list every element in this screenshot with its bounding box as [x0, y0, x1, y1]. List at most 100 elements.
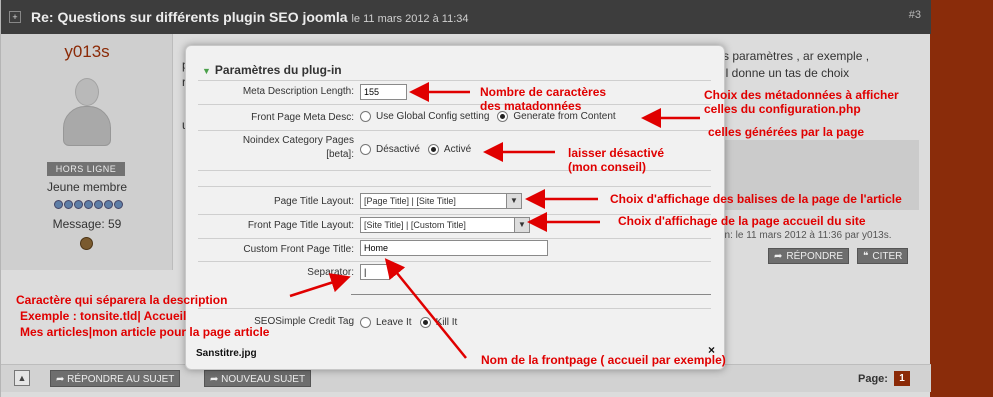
radio-kill-it[interactable]: Kill It — [419, 317, 457, 328]
select-value: [Page Title] | [Site Title] — [364, 196, 456, 206]
status-badge: HORS LIGNE — [47, 162, 125, 176]
field-label: Custom Front Page Title: — [243, 244, 354, 255]
radio-enabled[interactable]: Activé — [427, 144, 472, 155]
annotation-frontpage-name: Nom de la frontpage ( accueil par exempl… — [481, 353, 726, 367]
plugin-params-header[interactable]: ▼ Paramètres du plug-in — [198, 59, 711, 81]
field-label: Noindex Category Pages [beta]: — [242, 135, 354, 160]
user-rank: Jeune membre — [46, 180, 128, 194]
annotation-separator: Caractère qui séparera la description Ex… — [16, 292, 269, 340]
custom-front-title-row: Custom Front Page Title: Home — [198, 240, 711, 260]
reply-arrow-icon: ➦ — [56, 374, 68, 385]
annotation-line: (mon conseil) — [568, 160, 647, 174]
new-subject-label: NOUVEAU SUJET — [221, 374, 306, 385]
field-label: Separator: — [307, 267, 354, 278]
reply-arrow-icon: ➦ — [774, 251, 783, 262]
radio-disabled[interactable]: Désactivé — [360, 144, 420, 155]
panel-title: Paramètres du plug-in — [214, 63, 342, 77]
edit-note: on: le 11 mars 2012 à 11:36 par y013s. — [719, 230, 892, 241]
expand-toggle-icon[interactable]: + — [9, 11, 21, 23]
divider — [198, 130, 711, 131]
avatar-head-icon — [75, 78, 99, 106]
page-title-layout-select[interactable]: [Page Title] | [Site Title] ▼ — [360, 193, 522, 209]
divider — [198, 308, 711, 309]
avatar-body-icon — [63, 106, 111, 146]
divider — [198, 238, 711, 239]
radio-label: Activé — [443, 144, 472, 155]
avatar — [61, 78, 113, 150]
radio-label: Use Global Config setting — [376, 111, 490, 122]
quote-button[interactable]: ❝ CITER — [857, 248, 909, 264]
rank-dot-icon — [54, 200, 63, 209]
annotation-line: Caractère qui séparera la description — [16, 293, 228, 307]
divider — [198, 261, 711, 262]
annotation-line: Choix des métadonnées à afficher — [704, 88, 899, 102]
rank-dot-icon — [64, 200, 73, 209]
rank-dot-icon — [94, 200, 103, 209]
gem-icon — [80, 237, 93, 250]
annotation-front-meta-generated: celles générées par la page — [708, 125, 865, 139]
radio-unchecked-icon — [360, 111, 371, 122]
radio-leave-it[interactable]: Leave It — [360, 317, 412, 328]
scroll-up-icon[interactable]: ▲ — [14, 370, 30, 386]
rank-dots — [54, 200, 123, 209]
annotation-page-title-layout: Choix d'affichage des balises de la page… — [610, 192, 902, 206]
post-date: le 11 mars 2012 à 11:34 — [351, 13, 469, 25]
reply-subject-button[interactable]: ➦ RÉPONDRE AU SUJET — [50, 370, 181, 387]
reply-subject-label: RÉPONDRE AU SUJET — [67, 374, 175, 385]
quote-icon: ❝ — [863, 251, 869, 262]
annotation-front-title-layout: Choix d'affichage de la page accueil du … — [618, 214, 866, 228]
select-value: [Site Title] | [Custom Title] — [364, 220, 466, 230]
annotation-meta-length: Nombre de caractères des matadonnées — [480, 85, 606, 113]
annotation-line: Mes articles|mon article pour la page ar… — [20, 325, 270, 339]
radio-checked-icon — [427, 144, 439, 155]
dropdown-arrow-icon: ▼ — [506, 194, 521, 208]
divider — [198, 186, 711, 187]
post-body-text: s paramètres , ar exemple , il donne un … — [723, 48, 869, 82]
annotation-line: Nombre de caractères — [480, 85, 607, 99]
radio-label: Leave It — [376, 317, 412, 328]
post-body-line: s paramètres , ar exemple , — [723, 49, 870, 63]
annotation-noindex: laisser désactivé (mon conseil) — [568, 146, 664, 174]
field-label: Page Title Layout: — [273, 196, 354, 207]
field-label: Front Page Title Layout: — [247, 220, 354, 231]
new-subject-icon: ➦ — [210, 374, 222, 385]
field-label: Front Page Meta Desc: — [251, 112, 354, 123]
meta-length-row: Meta Description Length: 155 — [198, 83, 711, 101]
rank-dot-icon — [104, 200, 113, 209]
front-title-layout-select[interactable]: [Site Title] | [Custom Title] ▼ — [360, 217, 530, 233]
dropdown-arrow-icon: ▼ — [514, 218, 529, 232]
separator-input[interactable]: | — [360, 264, 390, 280]
meta-length-input[interactable]: 155 — [360, 84, 407, 100]
quote-button-label: CITER — [872, 251, 903, 262]
reply-button[interactable]: ➦ RÉPONDRE — [768, 248, 850, 264]
divider — [351, 294, 711, 295]
front-meta-row: Front Page Meta Desc: Use Global Config … — [198, 108, 711, 128]
username[interactable]: y013s — [1, 42, 173, 62]
post-number[interactable]: #3 — [909, 9, 921, 21]
radio-global-config[interactable]: Use Global Config setting — [360, 111, 489, 122]
annotation-line: Exemple : tonsite.tld| Accueil — [20, 309, 187, 323]
pagination-label: Page: — [858, 373, 888, 385]
annotation-line: celles du configuration.php — [704, 102, 861, 116]
separator-row: Separator: | — [198, 263, 711, 283]
divider — [198, 104, 711, 105]
radio-unchecked-icon — [360, 144, 371, 155]
annotation-front-meta: Choix des métadonnées à afficher celles … — [704, 88, 899, 116]
annotation-line: laisser désactivé — [568, 146, 665, 160]
post-title: Re: Questions sur différents plugin SEO … — [31, 9, 469, 25]
rank-dot-icon — [74, 200, 83, 209]
post-body-line: il donne un tas de choix — [723, 66, 850, 80]
credit-tag-row: SEOSimple Credit Tag Leave It Kill It — [198, 313, 711, 333]
image-filename: Sanstitre.jpg — [196, 348, 257, 359]
user-profile-column: y013s HORS LIGNE Jeune membre Message: 5… — [1, 34, 173, 270]
field-label: Meta Description Length: — [242, 86, 354, 97]
custom-front-title-input[interactable]: Home — [360, 240, 548, 256]
pagination-current[interactable]: 1 — [894, 371, 910, 386]
new-subject-button[interactable]: ➦ NOUVEAU SUJET — [204, 370, 312, 387]
radio-unchecked-icon — [360, 317, 371, 328]
radio-checked-icon — [419, 317, 431, 328]
message-count: Message: 59 — [52, 217, 122, 231]
rank-dot-icon — [84, 200, 93, 209]
rank-dot-icon — [114, 200, 123, 209]
annotation-line: des matadonnées — [480, 99, 582, 113]
